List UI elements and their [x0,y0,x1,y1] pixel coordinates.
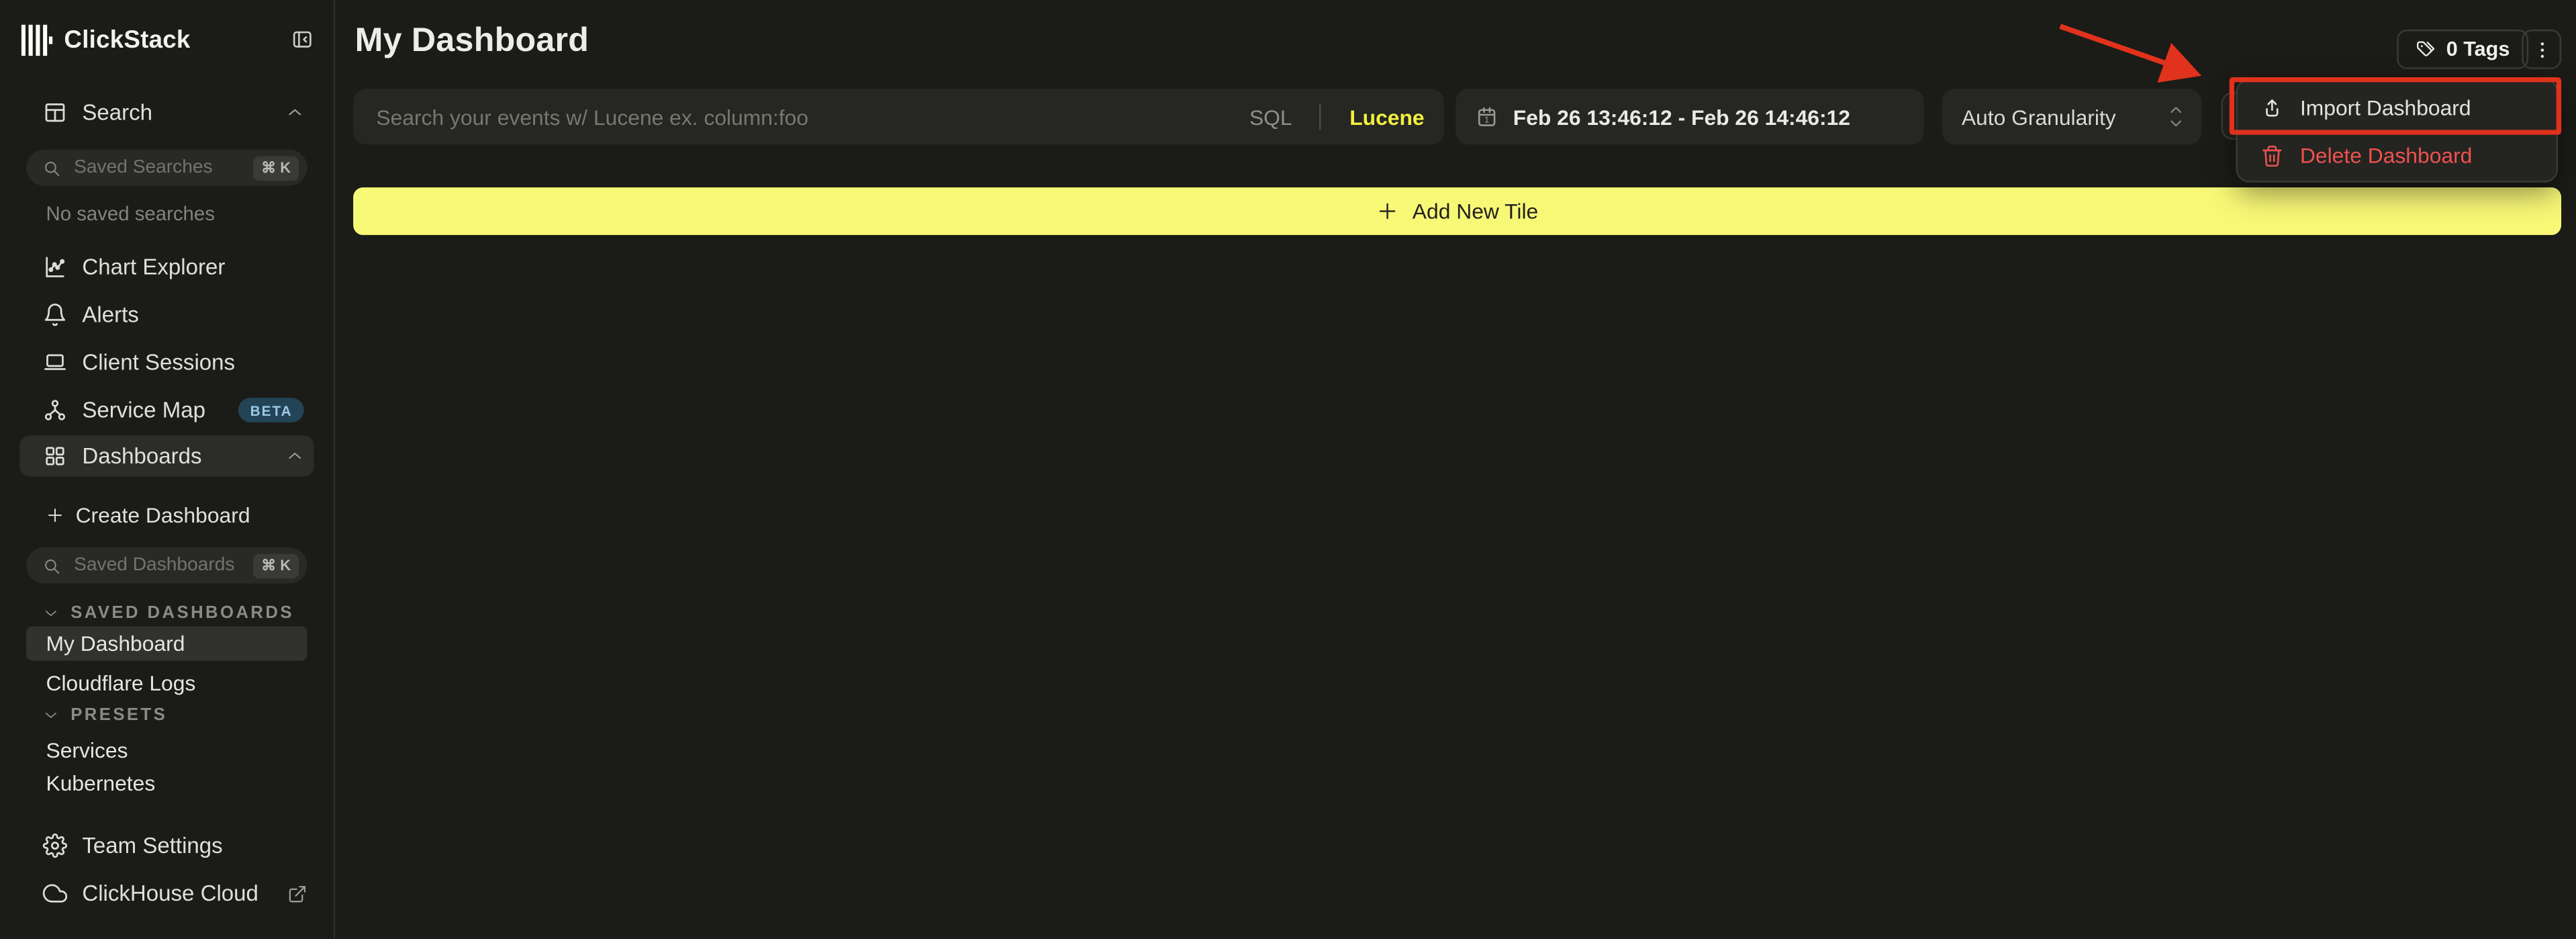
language-divider [1320,103,1321,130]
sidebar-item-label: Search [82,100,152,125]
select-chevrons-icon [2167,103,2185,130]
lucene-toggle[interactable]: Lucene [1349,104,1424,129]
sidebar: ClickStack Search [0,0,335,939]
svg-text:1: 1 [1484,114,1489,124]
main-content: My Dashboard 0 Tags SQL Luc [335,0,2576,939]
laptop-icon [43,350,68,375]
granularity-value: Auto Granularity [1962,104,2167,129]
chevron-down-icon [43,605,59,621]
service-map-icon [43,398,68,422]
chevron-up-icon [286,103,304,122]
sidebar-item-dashboards[interactable]: Dashboards [19,435,314,476]
sidebar-item-client-sessions[interactable]: Client Sessions [19,342,314,383]
dashboards-grid-icon [43,444,68,469]
gear-icon [43,834,68,858]
plus-icon [46,505,64,523]
event-search-bar: SQL Lucene [353,89,1444,144]
logo-row: ClickStack [21,19,314,59]
search-icon [43,159,61,177]
upload-icon [2260,96,2283,119]
menu-item-label: Import Dashboard [2300,95,2471,120]
dots-vertical-icon [2531,39,2553,60]
plus-icon [1376,201,1398,222]
saved-dashboards-search: ⌘ K [26,547,307,584]
app-window: ClickStack Search [0,0,2576,939]
page-title: My Dashboard [355,21,589,61]
section-presets[interactable]: PRESETS [43,703,168,726]
search-icon [43,556,61,574]
sidebar-item-label: Dashboards [82,444,201,469]
trash-icon [2260,144,2283,167]
chart-explorer-icon [43,255,68,279]
dashboard-item-label: Cloudflare Logs [46,670,196,695]
chevron-up-icon [286,447,304,465]
app-title: ClickStack [64,26,190,54]
dashboard-item-services[interactable]: Services [26,733,307,767]
sidebar-item-label: Chart Explorer [82,255,225,279]
search-window-icon [43,100,68,125]
section-saved-dashboards[interactable]: SAVED DASHBOARDS [43,602,294,625]
sidebar-item-clickhouse-cloud[interactable]: ClickHouse Cloud [19,873,314,913]
sidebar-item-label: ClickHouse Cloud [82,881,258,906]
shortcut-badge: ⌘ K [253,553,299,578]
sidebar-item-label: Service Map [82,398,205,422]
sidebar-item-search[interactable]: Search [19,92,314,133]
saved-searches-input[interactable] [70,156,243,179]
beta-badge: BETA [239,398,304,422]
bell-icon [43,302,68,327]
clickstack-logo-icon [21,24,52,54]
menu-item-label: Delete Dashboard [2300,143,2472,168]
dashboard-item-label: My Dashboard [46,631,185,656]
menu-item-import-dashboard[interactable]: Import Dashboard [2238,84,2557,132]
cloud-icon [43,881,68,906]
create-dashboard-button[interactable]: Create Dashboard [19,496,314,533]
tags-count-label: 0 Tags [2446,38,2510,60]
no-saved-searches-text: No saved searches [46,202,215,225]
saved-dashboards-input[interactable] [70,554,243,577]
sidebar-item-label: Client Sessions [82,350,235,375]
shortcut-badge: ⌘ K [253,155,299,180]
section-header-label: PRESETS [70,705,167,725]
chevron-down-icon [43,707,59,723]
tags-icon [2415,39,2436,60]
event-search-input[interactable] [373,103,1236,131]
saved-searches-search: ⌘ K [26,150,307,186]
dashboard-item-cloudflare-logs[interactable]: Cloudflare Logs [26,666,307,700]
dashboard-item-label: Services [46,738,128,763]
tags-button[interactable]: 0 Tags [2397,30,2528,69]
sidebar-item-alerts[interactable]: Alerts [19,294,314,335]
granularity-select[interactable]: Auto Granularity [1942,89,2201,144]
calendar-icon: 1 [1475,105,1498,128]
sidebar-item-team-settings[interactable]: Team Settings [19,825,314,866]
external-link-icon [288,883,307,903]
annotation-arrow [2037,10,2234,95]
sql-toggle[interactable]: SQL [1249,104,1292,129]
sidebar-item-chart-explorer[interactable]: Chart Explorer [19,247,314,287]
dashboard-item-kubernetes[interactable]: Kubernetes [26,766,307,800]
sidebar-collapse-icon[interactable] [291,28,314,51]
sidebar-item-label: Team Settings [82,834,222,858]
dashboard-actions-menu: Import Dashboard Delete Dashboard [2236,79,2559,182]
dashboard-more-menu-button[interactable] [2522,30,2561,69]
dashboard-item-my-dashboard[interactable]: My Dashboard [26,626,307,660]
sidebar-item-service-map[interactable]: Service Map BETA [19,390,314,431]
time-range-picker[interactable]: 1 Feb 26 13:46:12 - Feb 26 14:46:12 [1456,89,1923,144]
time-range-value: Feb 26 13:46:12 - Feb 26 14:46:12 [1513,104,1850,129]
add-new-tile-label: Add New Tile [1413,199,1538,224]
create-dashboard-label: Create Dashboard [76,502,250,527]
section-header-label: SAVED DASHBOARDS [70,603,294,623]
add-new-tile-button[interactable]: Add New Tile [353,187,2561,235]
sidebar-item-label: Alerts [82,302,138,327]
dashboard-item-label: Kubernetes [46,771,156,796]
menu-item-delete-dashboard[interactable]: Delete Dashboard [2238,132,2557,179]
